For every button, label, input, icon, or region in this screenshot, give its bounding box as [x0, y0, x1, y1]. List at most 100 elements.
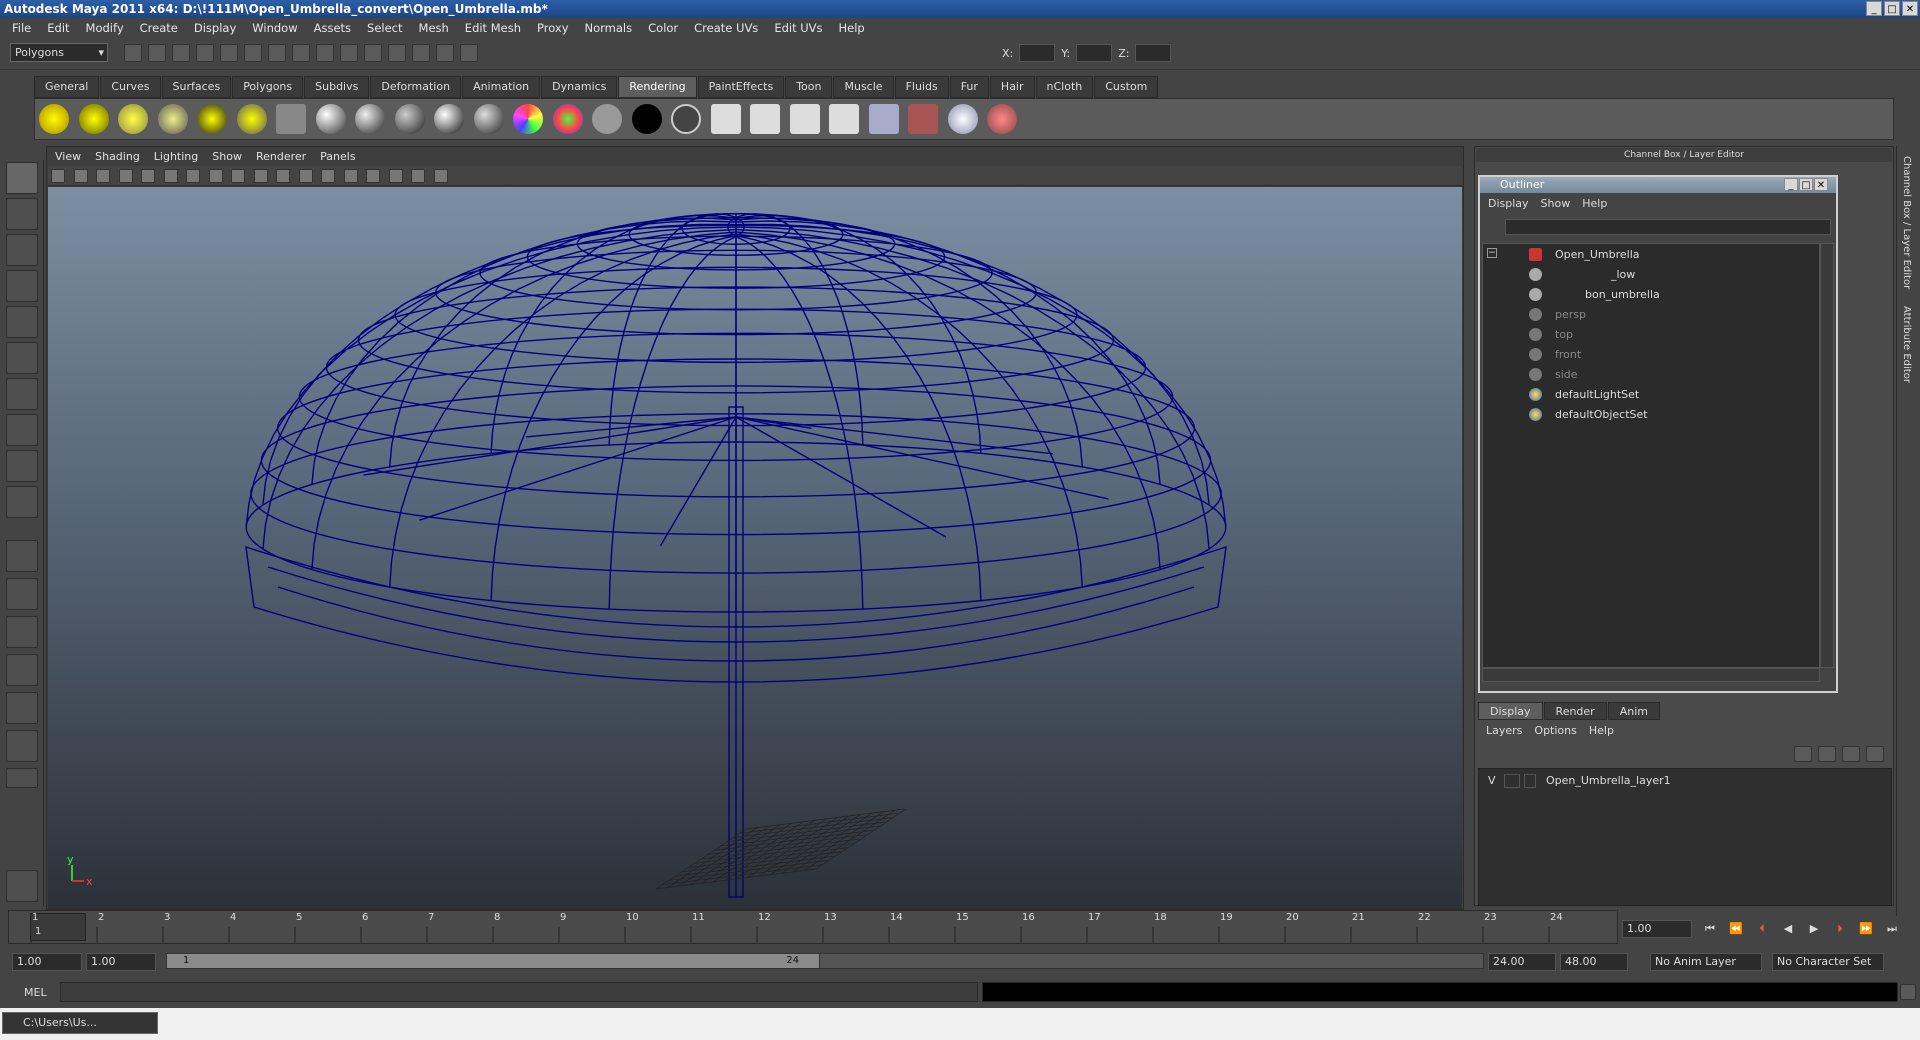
wireframe-icon[interactable]	[186, 169, 200, 183]
layer-visibility-toggle[interactable]: V	[1488, 772, 1496, 790]
menu-color[interactable]: Color	[640, 21, 686, 35]
new-empty-layer-icon[interactable]	[1842, 746, 1860, 762]
surface-shader-icon[interactable]	[592, 104, 622, 134]
shelf-tab-polygons[interactable]: Polygons	[232, 76, 304, 98]
outliner-item-side[interactable]: side	[1555, 368, 1578, 382]
panel-menu-renderer[interactable]: Renderer	[249, 148, 313, 166]
script-editor-icon[interactable]	[1900, 984, 1916, 1000]
step-back-key-icon[interactable]: ⏪	[1726, 922, 1746, 936]
four-view-layout-icon[interactable]	[6, 578, 38, 610]
ipr-icon[interactable]	[750, 104, 780, 134]
move-layer-down-icon[interactable]	[1818, 746, 1836, 762]
z-field[interactable]	[1135, 44, 1172, 62]
directional-light-icon[interactable]	[78, 104, 109, 134]
bookmarks-icon[interactable]	[96, 169, 110, 183]
high-quality-icon[interactable]	[366, 169, 380, 183]
show-manip-icon[interactable]	[6, 450, 38, 482]
go-to-start-icon[interactable]: ⏮	[1700, 922, 1720, 936]
anisotropic-shader-icon[interactable]	[315, 104, 346, 134]
layer-menu-layers[interactable]: Layers	[1480, 724, 1528, 740]
layered-shader-icon[interactable]	[552, 104, 583, 134]
menu-create-uvs[interactable]: Create UVs	[686, 21, 766, 35]
menu-file[interactable]: File	[4, 21, 39, 35]
character-set-select[interactable]: No Character Set	[1772, 953, 1884, 971]
range-slider-handle[interactable]: 1 24	[166, 953, 820, 969]
outliner-menu-help[interactable]: Help	[1576, 197, 1613, 213]
menu-select[interactable]: Select	[359, 21, 410, 35]
outliner-close-button[interactable]: ✕	[1814, 178, 1828, 191]
layer-menu-options[interactable]: Options	[1528, 724, 1582, 740]
camera-icon[interactable]	[276, 104, 306, 134]
panel-menu-view[interactable]: View	[48, 148, 88, 166]
outliner-title[interactable]: Outliner	[1480, 177, 1836, 193]
outliner-menu-display[interactable]: Display	[1482, 197, 1535, 213]
render-view-icon[interactable]	[789, 104, 820, 134]
layer-tab-display[interactable]: Display	[1478, 702, 1543, 720]
layer-template-toggle[interactable]	[1504, 774, 1520, 788]
step-forward-frame-icon[interactable]: ⏵	[1830, 922, 1850, 936]
phonge-shader-icon[interactable]	[473, 104, 504, 134]
layer-color-swatch[interactable]	[1524, 774, 1536, 788]
shelf-tab-fur[interactable]: Fur	[949, 76, 989, 98]
play-backwards-icon[interactable]: ◀	[1778, 922, 1798, 936]
menu-edit-uvs[interactable]: Edit UVs	[766, 21, 830, 35]
outliner-menu-show[interactable]: Show	[1535, 197, 1577, 213]
custom-layout-icon[interactable]	[6, 768, 38, 788]
hypershade-icon[interactable]	[829, 104, 859, 134]
shelf-tab-custom[interactable]: Custom	[1094, 76, 1159, 98]
shelf-tab-surfaces[interactable]: Surfaces	[161, 76, 232, 98]
shadows-icon[interactable]	[343, 169, 358, 183]
image-plane-icon[interactable]	[118, 169, 133, 183]
layer-menu-help[interactable]: Help	[1583, 724, 1620, 740]
layer-tab-anim[interactable]: Anim	[1607, 702, 1660, 720]
lambert-shader-icon[interactable]	[394, 104, 425, 134]
ipr-render-icon[interactable]	[436, 44, 454, 62]
xray-joints-icon[interactable]	[411, 169, 425, 183]
shelf-tab-curves[interactable]: Curves	[100, 76, 161, 98]
blinn-shader-icon[interactable]	[355, 104, 385, 134]
phong-shader-icon[interactable]	[434, 104, 464, 134]
step-forward-key-icon[interactable]: ⏩	[1856, 922, 1876, 936]
shelf-tab-painteffects[interactable]: PaintEffects	[697, 76, 785, 98]
textured-icon[interactable]	[298, 169, 313, 183]
save-scene-icon[interactable]	[172, 44, 190, 62]
shelf-tab-muscle[interactable]: Muscle	[833, 76, 894, 98]
backface-culling-icon[interactable]	[433, 169, 448, 183]
camera-attributes-icon[interactable]	[73, 169, 88, 183]
menu-set-select[interactable]: Polygons	[10, 43, 108, 62]
outliner-maximize-button[interactable]: □	[1799, 178, 1813, 191]
shelf-tab-deformation[interactable]: Deformation	[370, 76, 462, 98]
wireframe-on-shaded-icon[interactable]	[253, 169, 268, 183]
outliner-horizontal-scrollbar[interactable]	[1482, 668, 1820, 682]
ramp-shader-icon[interactable]	[513, 104, 543, 134]
panel-menu-lighting[interactable]: Lighting	[147, 148, 205, 166]
x-field[interactable]	[1019, 44, 1056, 62]
shading-map-icon[interactable]	[671, 104, 701, 134]
select-camera-icon[interactable]	[51, 169, 65, 183]
panel-menu-shading[interactable]: Shading	[88, 148, 147, 166]
ambient-light-icon[interactable]	[39, 104, 69, 134]
outliner-filter-input[interactable]	[1505, 219, 1831, 235]
close-button[interactable]: ✕	[1902, 1, 1918, 16]
render-icon[interactable]	[412, 44, 430, 62]
play-forwards-icon[interactable]: ▶	[1804, 922, 1824, 936]
outliner-item-bon-umbrella[interactable]: bon_umbrella	[1585, 288, 1660, 302]
persp-outliner-layout-icon[interactable]	[6, 616, 38, 648]
snap-curve-icon[interactable]	[292, 44, 310, 62]
material-sphere-icon[interactable]	[947, 104, 978, 134]
menu-proxy[interactable]: Proxy	[529, 21, 577, 35]
hypershade-layout-icon[interactable]	[6, 692, 38, 724]
new-scene-icon[interactable]	[124, 44, 142, 62]
time-slider[interactable]	[8, 910, 1618, 944]
panel-menu-panels[interactable]: Panels	[313, 148, 362, 166]
menu-modify[interactable]: Modify	[78, 21, 132, 35]
current-frame-marker[interactable]: 1	[30, 913, 86, 941]
shelf-tab-rendering[interactable]: Rendering	[618, 76, 697, 98]
range-start-field[interactable]: 1.00	[86, 953, 156, 971]
shelf-tab-ncloth[interactable]: nCloth	[1035, 76, 1094, 98]
rotate-tool-icon[interactable]	[6, 306, 38, 338]
menu-display[interactable]: Display	[186, 21, 244, 35]
move-tool-icon[interactable]	[6, 270, 38, 302]
command-language-label[interactable]: MEL	[24, 986, 47, 999]
outliner-vertical-scrollbar[interactable]	[1820, 243, 1834, 668]
